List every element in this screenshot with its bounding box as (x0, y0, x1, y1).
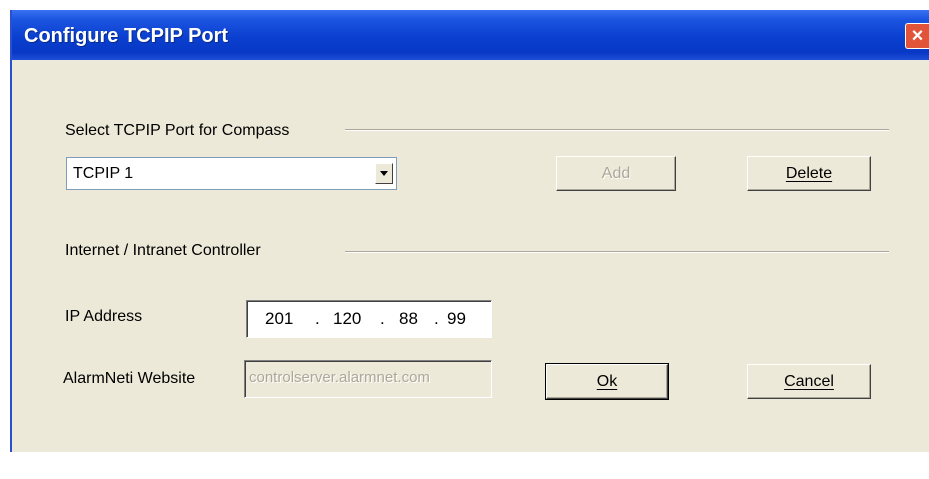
title-bar[interactable]: Configure TCPIP Port × (12, 10, 929, 60)
website-field: controlserver.alarmnet.com (244, 360, 492, 398)
controller-section-heading: Internet / Intranet Controller (65, 242, 261, 259)
delete-button[interactable]: Delete (747, 156, 871, 191)
close-icon[interactable]: × (905, 23, 929, 49)
port-section-divider (345, 129, 889, 131)
port-section-heading: Select TCPIP Port for Compass (65, 122, 290, 139)
website-value: controlserver.alarmnet.com (249, 369, 430, 386)
ip-octet-3[interactable]: 88 (399, 309, 418, 329)
add-button-label: Add (601, 165, 631, 182)
ip-dot-1: . (315, 309, 320, 328)
ip-octet-4[interactable]: 99 (447, 309, 466, 329)
ip-octet-2[interactable]: 120 (333, 309, 361, 329)
ip-dot-2: . (380, 309, 385, 328)
chevron-down-icon[interactable] (375, 163, 393, 184)
ok-button[interactable]: Ok (545, 363, 669, 400)
ip-address-field[interactable]: 201 . 120 . 88 . 99 (246, 300, 492, 338)
cancel-button-label: Cancel (784, 373, 834, 390)
controller-section-divider (345, 251, 889, 253)
ok-button-label: Ok (596, 373, 618, 390)
configure-tcpip-dialog: Configure TCPIP Port × Select TCPIP Port… (10, 10, 929, 452)
window-title: Configure TCPIP Port (24, 25, 229, 47)
ip-octet-1[interactable]: 201 (265, 309, 293, 329)
ip-address-label: IP Address (65, 308, 143, 325)
ip-dot-3: . (434, 309, 439, 328)
website-label: AlarmNeti Website (63, 370, 196, 387)
tcpip-port-select[interactable]: TCPIP 1 (66, 157, 397, 190)
delete-button-label: Delete (785, 165, 833, 182)
add-button[interactable]: Add (556, 156, 676, 191)
cancel-button[interactable]: Cancel (747, 364, 871, 399)
tcpip-port-value: TCPIP 1 (73, 165, 134, 182)
